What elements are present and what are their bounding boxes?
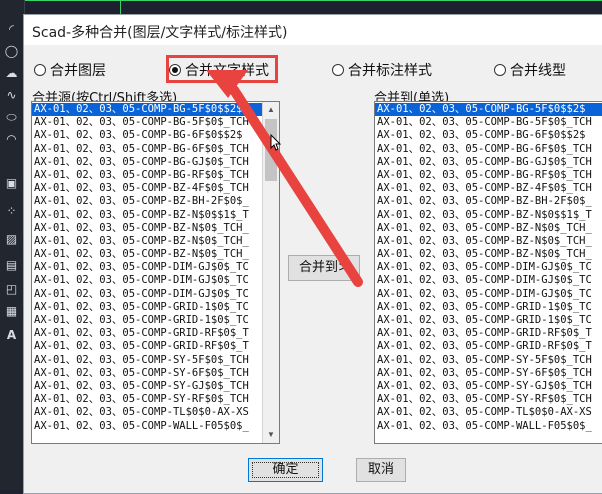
source-listbox[interactable]: AX-01、02、03、05-COMP-BG-5F$0$$2$ AX-01、02、… bbox=[31, 101, 280, 444]
radio-label: 合并标注样式 bbox=[348, 63, 432, 79]
text-icon[interactable]: A bbox=[4, 328, 19, 343]
source-list-item[interactable]: AX-01、02、03、05-COMP-GRID-RF$0$_T bbox=[32, 340, 262, 353]
merge-to-button[interactable]: 合并到> bbox=[288, 255, 360, 281]
merge-dialog: Scad-多种合并(图层/文字样式/标注样式) 合并图层 合并文字样式 合并标注… bbox=[23, 14, 602, 494]
target-list-item[interactable]: AX-01、02、03、05-COMP-BG-6F$0$$2$ bbox=[375, 129, 602, 142]
target-list-item[interactable]: AX-01、02、03、05-COMP-DIM-GJ$0$_TC bbox=[375, 288, 602, 301]
target-listbox[interactable]: AX-01、02、03、05-COMP-BG-5F$0$$2$ AX-01、02、… bbox=[374, 101, 602, 444]
target-list-item[interactable]: AX-01、02、03、05-COMP-BZ-4F$0$_TCH bbox=[375, 182, 602, 195]
source-list-item[interactable]: AX-01、02、03、05-COMP-BG-6F$0$_TCH bbox=[32, 143, 262, 156]
gradient-icon[interactable]: ▤ bbox=[4, 258, 19, 273]
source-list-item[interactable]: AX-01、02、03、05-COMP-SY-GJ$0$_TCH bbox=[32, 380, 262, 393]
source-list-item[interactable]: AX-01、02、03、05-COMP-DIM-GJ$0$_TC bbox=[32, 261, 262, 274]
source-list-item[interactable]: AX-01、02、03、05-COMP-GRID-RF$0$_T bbox=[32, 327, 262, 340]
radio-circle[interactable] bbox=[332, 64, 344, 76]
radio-circle[interactable] bbox=[494, 64, 506, 76]
source-list-item[interactable]: AX-01、02、03、05-COMP-DIM-GJ$0$_TC bbox=[32, 274, 262, 287]
source-list-item[interactable]: AX-01、02、03、05-COMP-SY-5F$0$_TCH bbox=[32, 354, 262, 367]
target-list-item[interactable]: AX-01、02、03、05-COMP-BG-6F$0$_TCH bbox=[375, 143, 602, 156]
region-icon[interactable]: ◰ bbox=[4, 282, 19, 297]
source-list-item[interactable]: AX-01、02、03、05-COMP-BZ-N$0$_TCH_ bbox=[32, 222, 262, 235]
target-list-item[interactable]: AX-01、02、03、05-COMP-BZ-N$0$_TCH_ bbox=[375, 235, 602, 248]
dialog-title: Scad-多种合并(图层/文字样式/标注样式) bbox=[32, 25, 288, 41]
source-list-item[interactable]: AX-01、02、03、05-COMP-TL$0$0-AX-XS bbox=[32, 406, 262, 419]
source-list-rows: AX-01、02、03、05-COMP-BG-5F$0$$2$ AX-01、02、… bbox=[32, 103, 262, 433]
target-list-item[interactable]: AX-01、02、03、05-COMP-SY-5F$0$_TCH bbox=[375, 354, 602, 367]
source-list-item[interactable]: AX-01、02、03、05-COMP-WALL-F05$0$_ bbox=[32, 420, 262, 433]
target-list-item[interactable]: AX-01、02、03、05-COMP-SY-GJ$0$_TCH bbox=[375, 380, 602, 393]
ok-button[interactable]: 确定 bbox=[248, 458, 323, 482]
spline-icon[interactable]: ∿ bbox=[4, 88, 19, 103]
hatch-icon[interactable]: ▨ bbox=[4, 232, 19, 247]
radio-merge-dim-style[interactable]: 合并标注样式 bbox=[332, 61, 432, 79]
source-list-item[interactable]: AX-01、02、03、05-COMP-BZ-4F$0$_TCH bbox=[32, 182, 262, 195]
scroll-up-icon[interactable]: ▲ bbox=[263, 102, 279, 118]
cloud-icon[interactable]: ☁ bbox=[4, 66, 19, 81]
radio-label: 合并线型 bbox=[510, 63, 566, 79]
ellipse-icon[interactable]: ⬭ bbox=[4, 110, 19, 125]
target-list-item[interactable]: AX-01、02、03、05-COMP-BG-RF$0$_TCH bbox=[375, 169, 602, 182]
source-list-item[interactable]: AX-01、02、03、05-COMP-BZ-BH-2F$0$_ bbox=[32, 195, 262, 208]
target-list-item[interactable]: AX-01、02、03、05-COMP-BZ-N$0$_TCH_ bbox=[375, 222, 602, 235]
target-list-rows: AX-01、02、03、05-COMP-BG-5F$0$$2$ AX-01、02、… bbox=[375, 103, 602, 433]
block-icon[interactable]: ▣ bbox=[4, 176, 19, 191]
target-list-item[interactable]: AX-01、02、03、05-COMP-BG-5F$0$$2$ bbox=[375, 103, 602, 117]
annotation-highlight-box bbox=[166, 55, 278, 83]
radio-merge-linetype[interactable]: 合并线型 bbox=[494, 61, 566, 79]
target-list-item[interactable]: AX-01、02、03、05-COMP-DIM-GJ$0$_TC bbox=[375, 274, 602, 287]
point-icon[interactable]: ⁘ bbox=[4, 204, 19, 219]
target-list-item[interactable]: AX-01、02、03、05-COMP-WALL-F05$0$_ bbox=[375, 420, 602, 433]
target-list-item[interactable]: AX-01、02、03、05-COMP-BZ-N$0$_TCH_ bbox=[375, 248, 602, 261]
left-toolbar: ◜ ◯ ☁ ∿ ⬭ ◠ ▣ ⁘ ▨ ▤ ◰ ▦ A bbox=[0, 0, 25, 490]
target-list-item[interactable]: AX-01、02、03、05-COMP-SY-RF$0$_TCH bbox=[375, 393, 602, 406]
cad-drawing-line bbox=[120, 0, 121, 14]
source-list-item[interactable]: AX-01、02、03、05-COMP-BZ-N$0$$1$_T bbox=[32, 209, 262, 222]
target-list-item[interactable]: AX-01、02、03、05-COMP-BG-GJ$0$_TCH bbox=[375, 156, 602, 169]
target-list-item[interactable]: AX-01、02、03、05-COMP-BZ-BH-2F$0$_ bbox=[375, 195, 602, 208]
source-scrollbar[interactable]: ▲ ▼ bbox=[262, 102, 279, 443]
target-list-item[interactable]: AX-01、02、03、05-COMP-DIM-GJ$0$_TC bbox=[375, 261, 602, 274]
radio-label: 合并图层 bbox=[50, 63, 106, 79]
source-list-item[interactable]: AX-01、02、03、05-COMP-GRID-1$0$_TC bbox=[32, 301, 262, 314]
table-icon[interactable]: ▦ bbox=[4, 304, 19, 319]
source-list-item[interactable]: AX-01、02、03、05-COMP-BG-GJ$0$_TCH bbox=[32, 156, 262, 169]
source-list-item[interactable]: AX-01、02、03、05-COMP-GRID-1$0$_TC bbox=[32, 314, 262, 327]
scroll-down-icon[interactable]: ▼ bbox=[263, 427, 279, 443]
target-list-item[interactable]: AX-01、02、03、05-COMP-BZ-N$0$$1$_T bbox=[375, 209, 602, 222]
source-list-item[interactable]: AX-01、02、03、05-COMP-DIM-GJ$0$_TC bbox=[32, 288, 262, 301]
source-list-item[interactable]: AX-01、02、03、05-COMP-BG-RF$0$_TCH bbox=[32, 169, 262, 182]
target-list-item[interactable]: AX-01、02、03、05-COMP-BG-5F$0$_TCH bbox=[375, 116, 602, 129]
source-list-item[interactable]: AX-01、02、03、05-COMP-BG-5F$0$$2$ bbox=[32, 103, 262, 117]
ellipse-arc-icon[interactable]: ◠ bbox=[4, 132, 19, 147]
target-list-item[interactable]: AX-01、02、03、05-COMP-SY-6F$0$_TCH bbox=[375, 367, 602, 380]
target-list-item[interactable]: AX-01、02、03、05-COMP-GRID-1$0$_TC bbox=[375, 301, 602, 314]
source-list-item[interactable]: AX-01、02、03、05-COMP-SY-RF$0$_TCH bbox=[32, 393, 262, 406]
dialog-titlebar[interactable]: Scad-多种合并(图层/文字样式/标注样式) bbox=[24, 15, 602, 45]
radio-merge-layer[interactable]: 合并图层 bbox=[34, 61, 106, 79]
target-list-item[interactable]: AX-01、02、03、05-COMP-GRID-RF$0$_T bbox=[375, 327, 602, 340]
source-list-item[interactable]: AX-01、02、03、05-COMP-BZ-N$0$_TCH_ bbox=[32, 235, 262, 248]
target-list-item[interactable]: AX-01、02、03、05-COMP-GRID-RF$0$_T bbox=[375, 340, 602, 353]
circle-icon[interactable]: ◯ bbox=[4, 44, 19, 59]
cancel-button[interactable]: 取消 bbox=[356, 458, 406, 482]
radio-circle[interactable] bbox=[34, 64, 46, 76]
target-list-item[interactable]: AX-01、02、03、05-COMP-GRID-1$0$_TC bbox=[375, 314, 602, 327]
source-list-item[interactable]: AX-01、02、03、05-COMP-SY-6F$0$_TCH bbox=[32, 367, 262, 380]
source-list-item[interactable]: AX-01、02、03、05-COMP-BZ-N$0$_TCH_ bbox=[32, 248, 262, 261]
arc-icon[interactable]: ◜ bbox=[4, 22, 19, 37]
source-list-item[interactable]: AX-01、02、03、05-COMP-BG-5F$0$_TCH bbox=[32, 116, 262, 129]
mouse-cursor-icon bbox=[270, 134, 282, 151]
target-list-item[interactable]: AX-01、02、03、05-COMP-TL$0$0-AX-XS bbox=[375, 406, 602, 419]
cad-drawing-line bbox=[24, 0, 602, 1]
source-list-item[interactable]: AX-01、02、03、05-COMP-BG-6F$0$$2$ bbox=[32, 129, 262, 142]
